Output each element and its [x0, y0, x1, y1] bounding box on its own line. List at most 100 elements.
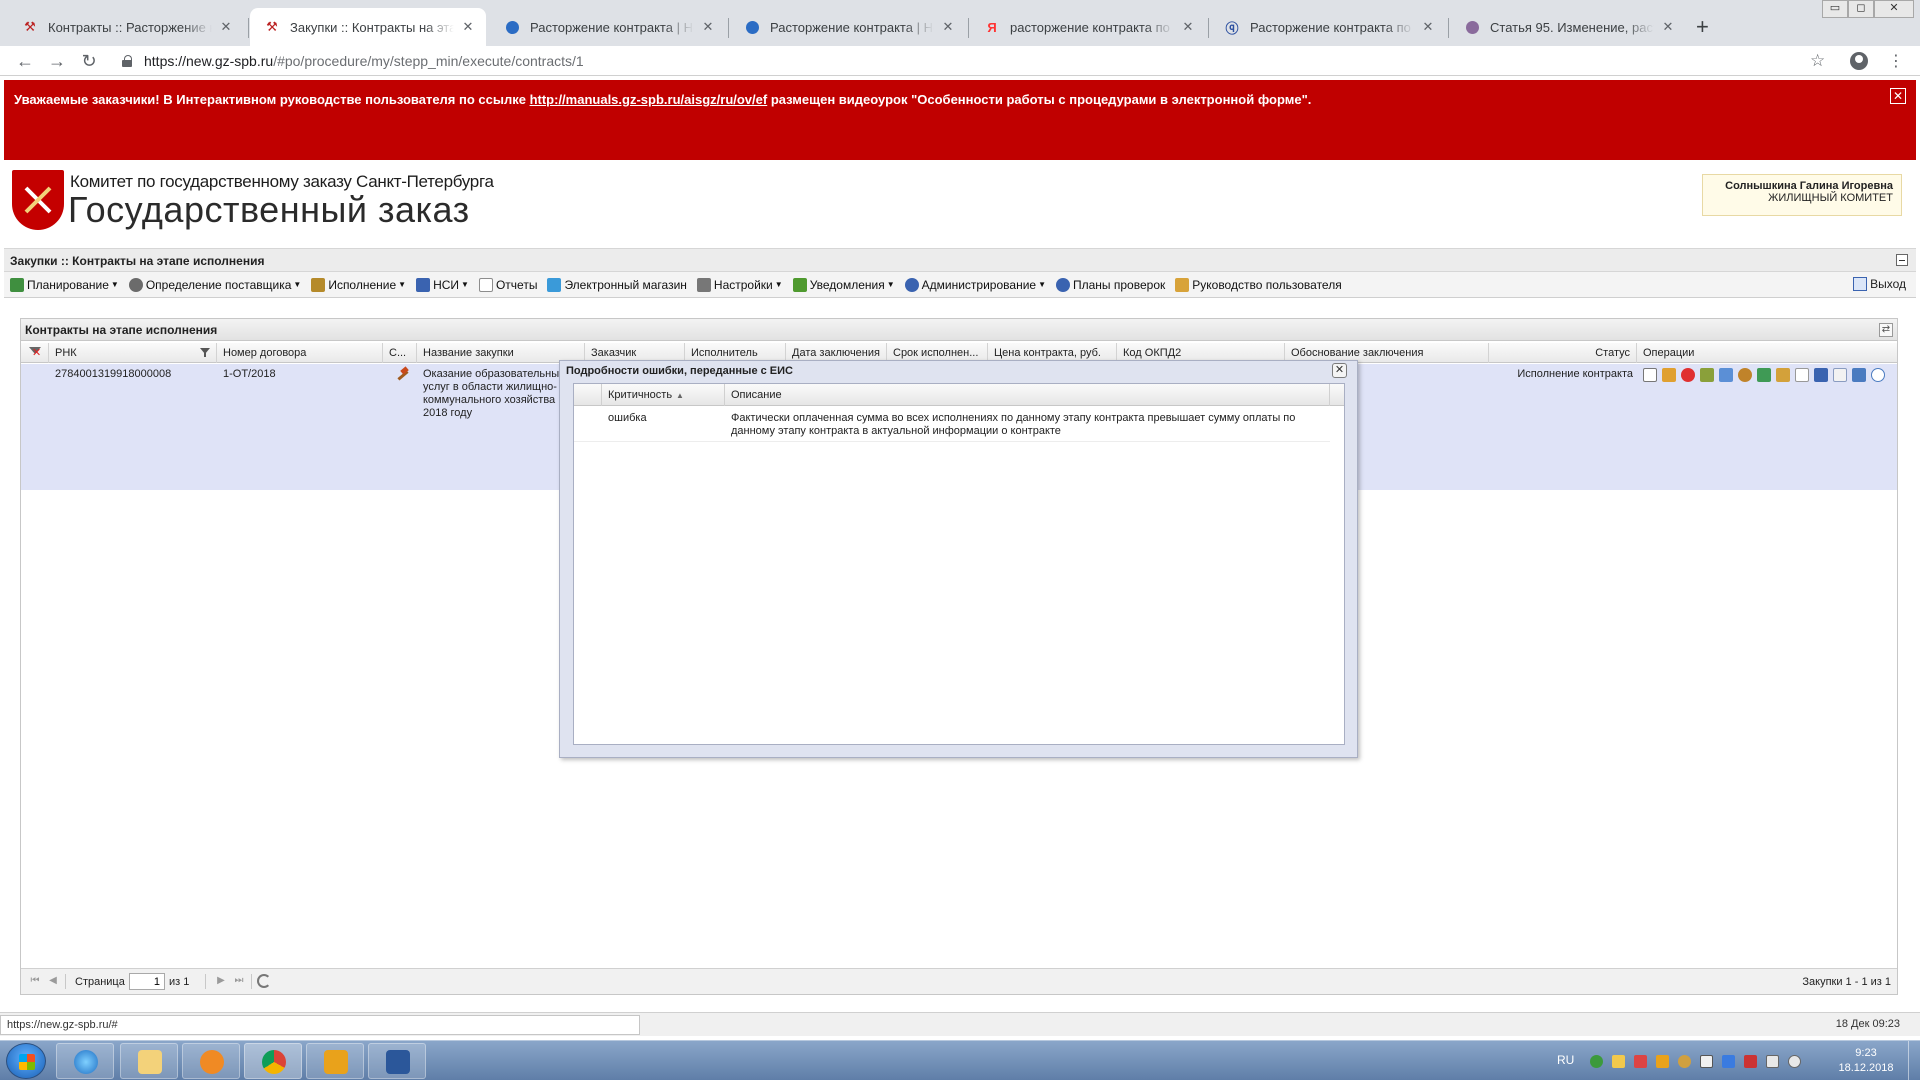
tab-close-icon[interactable]: ✕	[460, 19, 476, 35]
browser-menu-icon[interactable]: ⋮	[1888, 51, 1904, 71]
tray-outlook-icon[interactable]	[1656, 1055, 1669, 1068]
menu-settings[interactable]: Настройки ▼	[696, 277, 783, 292]
pagination-bar: ⏮ ◀ Страница из 1 ▶ ⏭ Закупки 1 - 1 из 1	[21, 968, 1897, 994]
chart-icon[interactable]	[1700, 368, 1714, 382]
menu-administration[interactable]: Администрирование ▼	[904, 277, 1046, 292]
tray-mail-icon[interactable]	[1612, 1055, 1625, 1068]
windows-start-icon[interactable]	[6, 1043, 46, 1079]
tab-close-icon[interactable]: ✕	[1420, 19, 1436, 35]
tab-close-icon[interactable]: ✕	[218, 19, 234, 35]
menu-planning[interactable]: Планирование ▼	[10, 277, 119, 292]
forward-arrow-icon[interactable]: →	[46, 50, 68, 72]
reload-icon[interactable]: ↻	[78, 50, 100, 72]
collapse-icon[interactable]	[1896, 254, 1908, 266]
taskbar-chrome[interactable]	[244, 1043, 302, 1079]
col-header-label: РНК	[55, 347, 77, 359]
col-header-contract-number[interactable]: Номер договора	[217, 343, 383, 363]
dialog-close-button[interactable]: ✕	[1332, 363, 1347, 378]
menu-inspection-plans[interactable]: Планы проверок	[1056, 277, 1165, 292]
copy-document-icon[interactable]	[1833, 368, 1847, 382]
menu-e-shop[interactable]: Электронный магазин	[547, 277, 687, 292]
bookmark-star-icon[interactable]: ☆	[1810, 51, 1825, 71]
tab-close-icon[interactable]: ✕	[1660, 19, 1676, 35]
col-header-severity[interactable]: Критичность ▲	[602, 384, 725, 406]
menu-user-guide[interactable]: Руководство пользователя	[1175, 277, 1342, 292]
filter-icon[interactable]	[200, 348, 210, 358]
edit-icon[interactable]	[1662, 368, 1676, 382]
panel-refresh-icon[interactable]: ⇄	[1879, 323, 1893, 337]
tab-close-icon[interactable]: ✕	[1180, 19, 1196, 35]
tray-printer-icon[interactable]	[1700, 1055, 1713, 1068]
col-header-description[interactable]: Описание	[725, 384, 1330, 406]
tray-flag-icon[interactable]	[1634, 1055, 1647, 1068]
announcement-close-button[interactable]: ✕	[1890, 88, 1906, 104]
tray-alert-icon[interactable]	[1744, 1055, 1757, 1068]
window-minimize-button[interactable]: ▭	[1822, 0, 1848, 18]
taskbar-outlook[interactable]	[306, 1043, 364, 1079]
col-header-s[interactable]: С...	[383, 343, 417, 363]
user-organization: ЖИЛИЩНЫЙ КОМИТЕТ	[1768, 192, 1893, 204]
menu-supplier-selection[interactable]: Определение поставщика ▼	[128, 277, 301, 292]
tray-app-icon[interactable]	[1722, 1055, 1735, 1068]
browser-tab-5[interactable]: Я расторжение контракта по 44 ф ✕	[970, 8, 1206, 46]
address-bar-url[interactable]: https://new.gz-spb.ru/#po/procedure/my/s…	[144, 53, 584, 69]
taskbar-file-explorer[interactable]	[120, 1043, 178, 1079]
browser-tab-1[interactable]: ⚒ Контракты :: Расторжение контр ✕	[8, 8, 244, 46]
exit-button[interactable]: Выход	[1853, 277, 1906, 291]
info-icon[interactable]	[1871, 368, 1885, 382]
window-close-button[interactable]: ✕	[1874, 0, 1914, 18]
report-document-icon	[478, 277, 493, 292]
tools-icon[interactable]	[1719, 368, 1733, 382]
tray-volume-icon[interactable]	[1788, 1055, 1801, 1068]
stop-icon[interactable]	[1681, 368, 1695, 382]
tray-security-icon[interactable]	[1590, 1055, 1603, 1068]
view-document-icon[interactable]	[1643, 368, 1657, 382]
taskbar-word[interactable]	[368, 1043, 426, 1079]
menu-nsi[interactable]: НСИ ▼	[416, 277, 469, 292]
window-maximize-button[interactable]: ◻	[1848, 0, 1874, 18]
refresh-icon[interactable]	[257, 974, 271, 988]
archive-icon[interactable]	[1776, 368, 1790, 382]
windows-taskbar: RU 9:23 18.12.2018	[0, 1040, 1920, 1080]
show-desktop-button[interactable]	[1908, 1041, 1920, 1080]
settings-cog-icon[interactable]	[1757, 368, 1771, 382]
browser-tab-7[interactable]: Статья 95. Изменение, расторж ✕	[1450, 8, 1686, 46]
page-number-input[interactable]	[129, 973, 165, 990]
blank-document-icon[interactable]	[1795, 368, 1809, 382]
table-row[interactable]: ошибка Фактически оплаченная сумма во вс…	[574, 406, 1330, 442]
tab-close-icon[interactable]: ✕	[940, 19, 956, 35]
taskbar-media-player[interactable]	[182, 1043, 240, 1079]
menu-notifications[interactable]: Уведомления ▼	[792, 277, 895, 292]
first-page-button[interactable]: ⏮	[29, 975, 41, 987]
menu-execution[interactable]: Исполнение ▼	[311, 277, 406, 292]
taskbar-clock[interactable]: 9:23 18.12.2018	[1836, 1046, 1896, 1076]
breadcrumb: Закупки :: Контракты на этапе исполнения	[10, 254, 265, 268]
col-header-rnk[interactable]: РНК	[49, 343, 217, 363]
sort-ascending-icon: ▲	[676, 391, 684, 400]
last-page-button[interactable]: ⏭	[233, 975, 245, 987]
announcement-banner: Уважаемые заказчики! В Интерактивном рук…	[4, 80, 1916, 160]
browser-tab-6[interactable]: ⓠ Расторжение контракта по согл ✕	[1210, 8, 1446, 46]
clear-filter-cell[interactable]	[21, 343, 49, 363]
next-page-button[interactable]: ▶	[215, 975, 227, 987]
profile-avatar-icon[interactable]	[1850, 52, 1868, 70]
tray-network-icon[interactable]	[1678, 1055, 1691, 1068]
new-tab-button[interactable]: +	[1696, 14, 1709, 40]
browser-tab-2-active[interactable]: ⚒ Закупки :: Контракты на этапе и ✕	[250, 8, 486, 46]
menu-reports[interactable]: Отчеты	[478, 277, 537, 292]
clear-filter-icon[interactable]	[28, 346, 42, 359]
announcement-link[interactable]: http://manuals.gz-spb.ru/aisgz/ru/ov/ef	[530, 92, 768, 107]
prev-page-button[interactable]: ◀	[47, 975, 59, 987]
col-header-status[interactable]: Статус	[1489, 343, 1637, 363]
barcode-icon[interactable]	[1814, 368, 1828, 382]
keyboard-language[interactable]: RU	[1557, 1053, 1574, 1067]
send-icon[interactable]	[1852, 368, 1866, 382]
taskbar-internet-explorer[interactable]	[56, 1043, 114, 1079]
browser-tab-4[interactable]: Расторжение контракта | HelpD ✕	[730, 8, 966, 46]
tab-close-icon[interactable]: ✕	[700, 19, 716, 35]
browser-tab-3[interactable]: Расторжение контракта | HelpD ✕	[490, 8, 726, 46]
emblem-icon[interactable]	[1738, 368, 1752, 382]
tray-monitor-icon[interactable]	[1766, 1055, 1779, 1068]
col-header-operations[interactable]: Операции	[1637, 343, 1897, 363]
back-arrow-icon[interactable]: ←	[14, 50, 36, 72]
